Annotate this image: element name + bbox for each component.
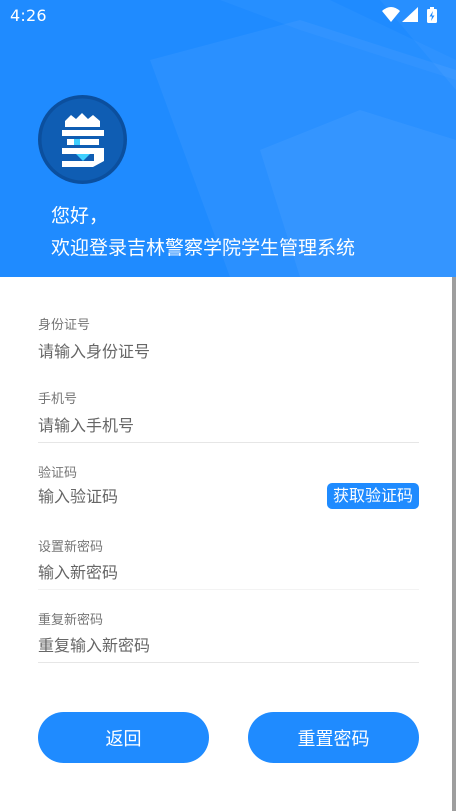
back-button[interactable]: 返回 xyxy=(38,712,209,763)
new-password-divider xyxy=(38,589,419,590)
phone-label: 手机号 xyxy=(38,392,78,407)
get-verification-code-button[interactable]: 获取验证码 xyxy=(326,483,419,509)
greeting: 您好， 欢迎登录吉林警察学院学生管理系统 xyxy=(51,200,355,264)
verification-code-label: 验证码 xyxy=(38,466,78,481)
verification-code-input[interactable] xyxy=(38,482,308,510)
reset-password-screen: 4:26 您好， 欢迎登录吉林警察学院学生管理系统 身份证号 请输入身份证号 手… xyxy=(0,0,456,811)
repeat-password-label: 重复新密码 xyxy=(38,613,104,628)
repeat-password-divider xyxy=(38,662,419,663)
wifi-icon xyxy=(382,7,400,22)
phone-divider xyxy=(38,442,419,443)
police-academy-logo-icon xyxy=(38,95,127,184)
status-bar: 4:26 xyxy=(0,0,456,32)
id-number-input[interactable] xyxy=(38,337,419,365)
reset-password-button[interactable]: 重置密码 xyxy=(248,712,419,763)
new-password-input[interactable] xyxy=(38,558,419,586)
greeting-line-2: 欢迎登录吉林警察学院学生管理系统 xyxy=(51,237,356,259)
new-password-label: 设置新密码 xyxy=(38,540,104,555)
signal-icon xyxy=(402,7,418,22)
phone-input[interactable] xyxy=(38,411,419,439)
header-banner: 4:26 您好， 欢迎登录吉林警察学院学生管理系统 xyxy=(0,0,456,277)
scroll-edge xyxy=(452,277,456,811)
repeat-password-input[interactable] xyxy=(38,631,419,659)
status-icons xyxy=(382,7,437,23)
greeting-line-1: 您好， xyxy=(51,205,109,227)
battery-icon xyxy=(427,7,437,23)
status-time: 4:26 xyxy=(10,6,47,25)
id-number-label: 身份证号 xyxy=(38,318,91,333)
